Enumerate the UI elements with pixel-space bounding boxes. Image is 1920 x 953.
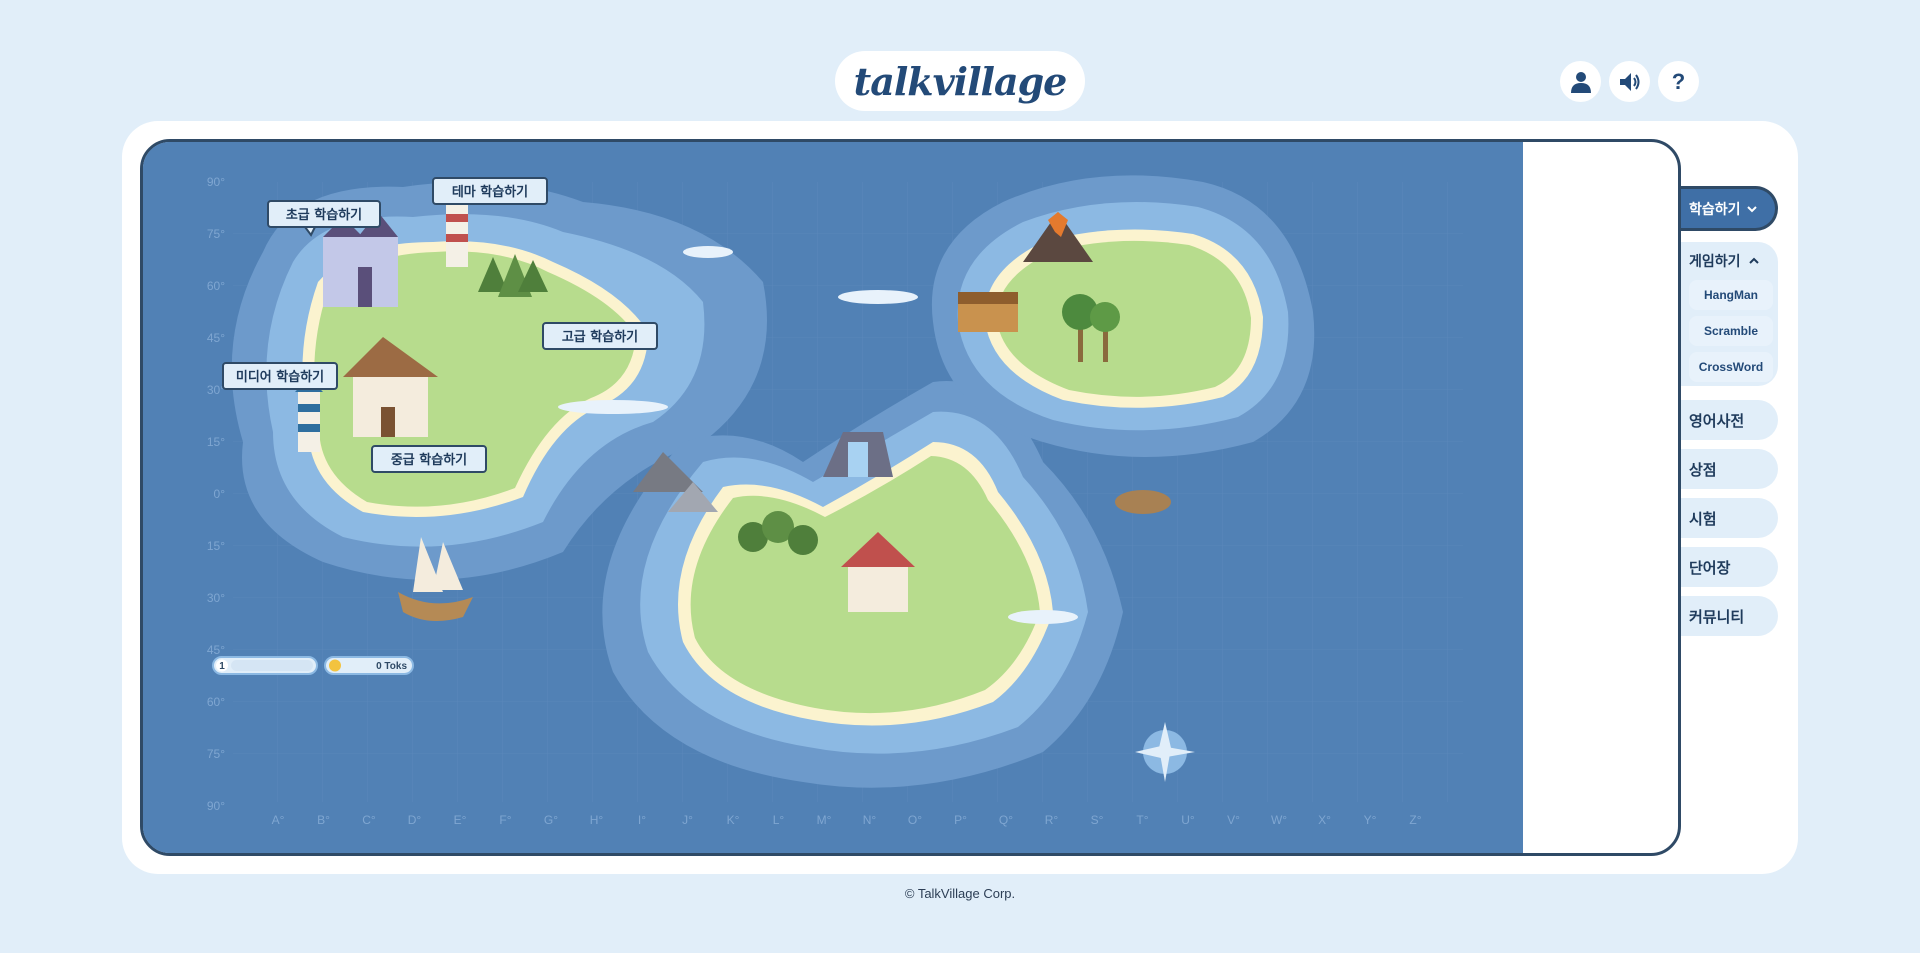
- longitude-label: E°: [454, 813, 467, 827]
- help-icon: ?: [1671, 68, 1686, 94]
- longitude-label: T°: [1136, 813, 1148, 827]
- longitude-label: H°: [590, 813, 604, 827]
- latitude-label: 60°: [207, 279, 225, 293]
- game-board: 90° 75° 60° 45° 30° 15° 0° 15° 30° 45° 60° 75° 90° A…: [140, 139, 1681, 856]
- longitude-label: P°: [954, 813, 967, 827]
- longitude-label: C°: [362, 813, 376, 827]
- menu-study-label: 학습하기: [1689, 201, 1741, 218]
- coin-counter: 0 Toks: [324, 656, 414, 675]
- longitude-label: U°: [1181, 813, 1195, 827]
- latitude-label: 90°: [207, 175, 225, 189]
- latitude-label: 90°: [207, 799, 225, 813]
- logo[interactable]: talkvillage: [835, 51, 1085, 111]
- longitude-label: V°: [1227, 813, 1240, 827]
- longitude-label: R°: [1045, 813, 1059, 827]
- menu-game-label: 게임하기: [1689, 254, 1741, 270]
- latitude-label: 45°: [207, 643, 225, 657]
- longitude-label: M°: [817, 813, 832, 827]
- longitude-label: F°: [499, 813, 511, 827]
- game-crossword[interactable]: CrossWord: [1689, 352, 1773, 382]
- longitude-label: G°: [544, 813, 558, 827]
- place-beginner-label: 초급 학습하기: [286, 207, 362, 223]
- menu-community[interactable]: 커뮤니티: [1681, 596, 1778, 636]
- longitude-label: Q°: [999, 813, 1013, 827]
- coin-icon: [329, 659, 341, 672]
- longitude-label: A°: [272, 813, 285, 827]
- latitude-label: 75°: [207, 747, 225, 761]
- sound-button[interactable]: [1609, 61, 1650, 102]
- longitude-label: N°: [863, 813, 877, 827]
- place-media[interactable]: 미디어 학습하기: [222, 362, 338, 390]
- treasure-chest[interactable]: [958, 292, 1018, 332]
- longitude-label: I°: [638, 813, 646, 827]
- longitude-label: Z°: [1409, 813, 1421, 827]
- longitude-label: X°: [1318, 813, 1331, 827]
- menu-game: 게임하기 HangMan Scramble CrossWord: [1681, 242, 1778, 386]
- menu-game-toggle[interactable]: 게임하기: [1681, 242, 1778, 280]
- game-scramble[interactable]: Scramble: [1689, 316, 1773, 346]
- footer-copyright: © TalkVillage Corp.: [904, 886, 1016, 901]
- level-bar: 1: [212, 656, 318, 675]
- latitude-label: 45°: [207, 331, 225, 345]
- logo-text: talkvillage: [853, 58, 1068, 104]
- profile-button[interactable]: [1560, 61, 1601, 102]
- place-theme-label: 테마 학습하기: [452, 184, 528, 200]
- longitude-label: B°: [317, 813, 330, 827]
- latitude-label: 15°: [207, 435, 225, 449]
- top-toolbar: ?: [1560, 61, 1699, 102]
- chevron-down-icon: [1746, 205, 1757, 212]
- latitude-label: 60°: [207, 695, 225, 709]
- chevron-up-icon: [1748, 257, 1759, 264]
- latitude-label: 30°: [207, 591, 225, 605]
- coin-count: 0 Toks: [376, 661, 407, 672]
- longitude-label: O°: [908, 813, 922, 827]
- place-theme[interactable]: 테마 학습하기: [432, 177, 548, 205]
- longitude-label: S°: [1091, 813, 1104, 827]
- latitude-label: 0°: [214, 487, 226, 501]
- speaker-icon: [1619, 72, 1639, 91]
- latitude-label: 75°: [207, 227, 225, 241]
- longitude-label: W°: [1271, 813, 1287, 827]
- world-map[interactable]: 90°75°60°45°30°15°0°15°30°45°60°75°90° A…: [143, 142, 1523, 856]
- place-media-label: 미디어 학습하기: [236, 369, 324, 385]
- menu-shop[interactable]: 상점: [1681, 449, 1778, 489]
- longitude-label: L°: [773, 813, 785, 827]
- menu-study[interactable]: 학습하기: [1681, 186, 1778, 231]
- menu-wordbook[interactable]: 단어장: [1681, 547, 1778, 587]
- help-button[interactable]: ?: [1658, 61, 1699, 102]
- place-intermediate[interactable]: 중급 학습하기: [371, 445, 487, 473]
- menu-exam[interactable]: 시험: [1681, 498, 1778, 538]
- longitude-label: Y°: [1364, 813, 1377, 827]
- longitude-label: D°: [408, 813, 422, 827]
- longitude-label: J°: [682, 813, 693, 827]
- longitude-label: K°: [727, 813, 740, 827]
- place-intermediate-label: 중급 학습하기: [391, 452, 467, 468]
- user-icon: [1570, 71, 1591, 93]
- place-advanced-label: 고급 학습하기: [562, 329, 638, 345]
- rowboat[interactable]: [1115, 490, 1171, 514]
- place-advanced[interactable]: 고급 학습하기: [542, 322, 658, 350]
- level-number: 1: [219, 661, 225, 672]
- game-hangman[interactable]: HangMan: [1689, 280, 1773, 310]
- menu-dictionary[interactable]: 영어사전: [1681, 400, 1778, 440]
- latitude-label: 15°: [207, 539, 225, 553]
